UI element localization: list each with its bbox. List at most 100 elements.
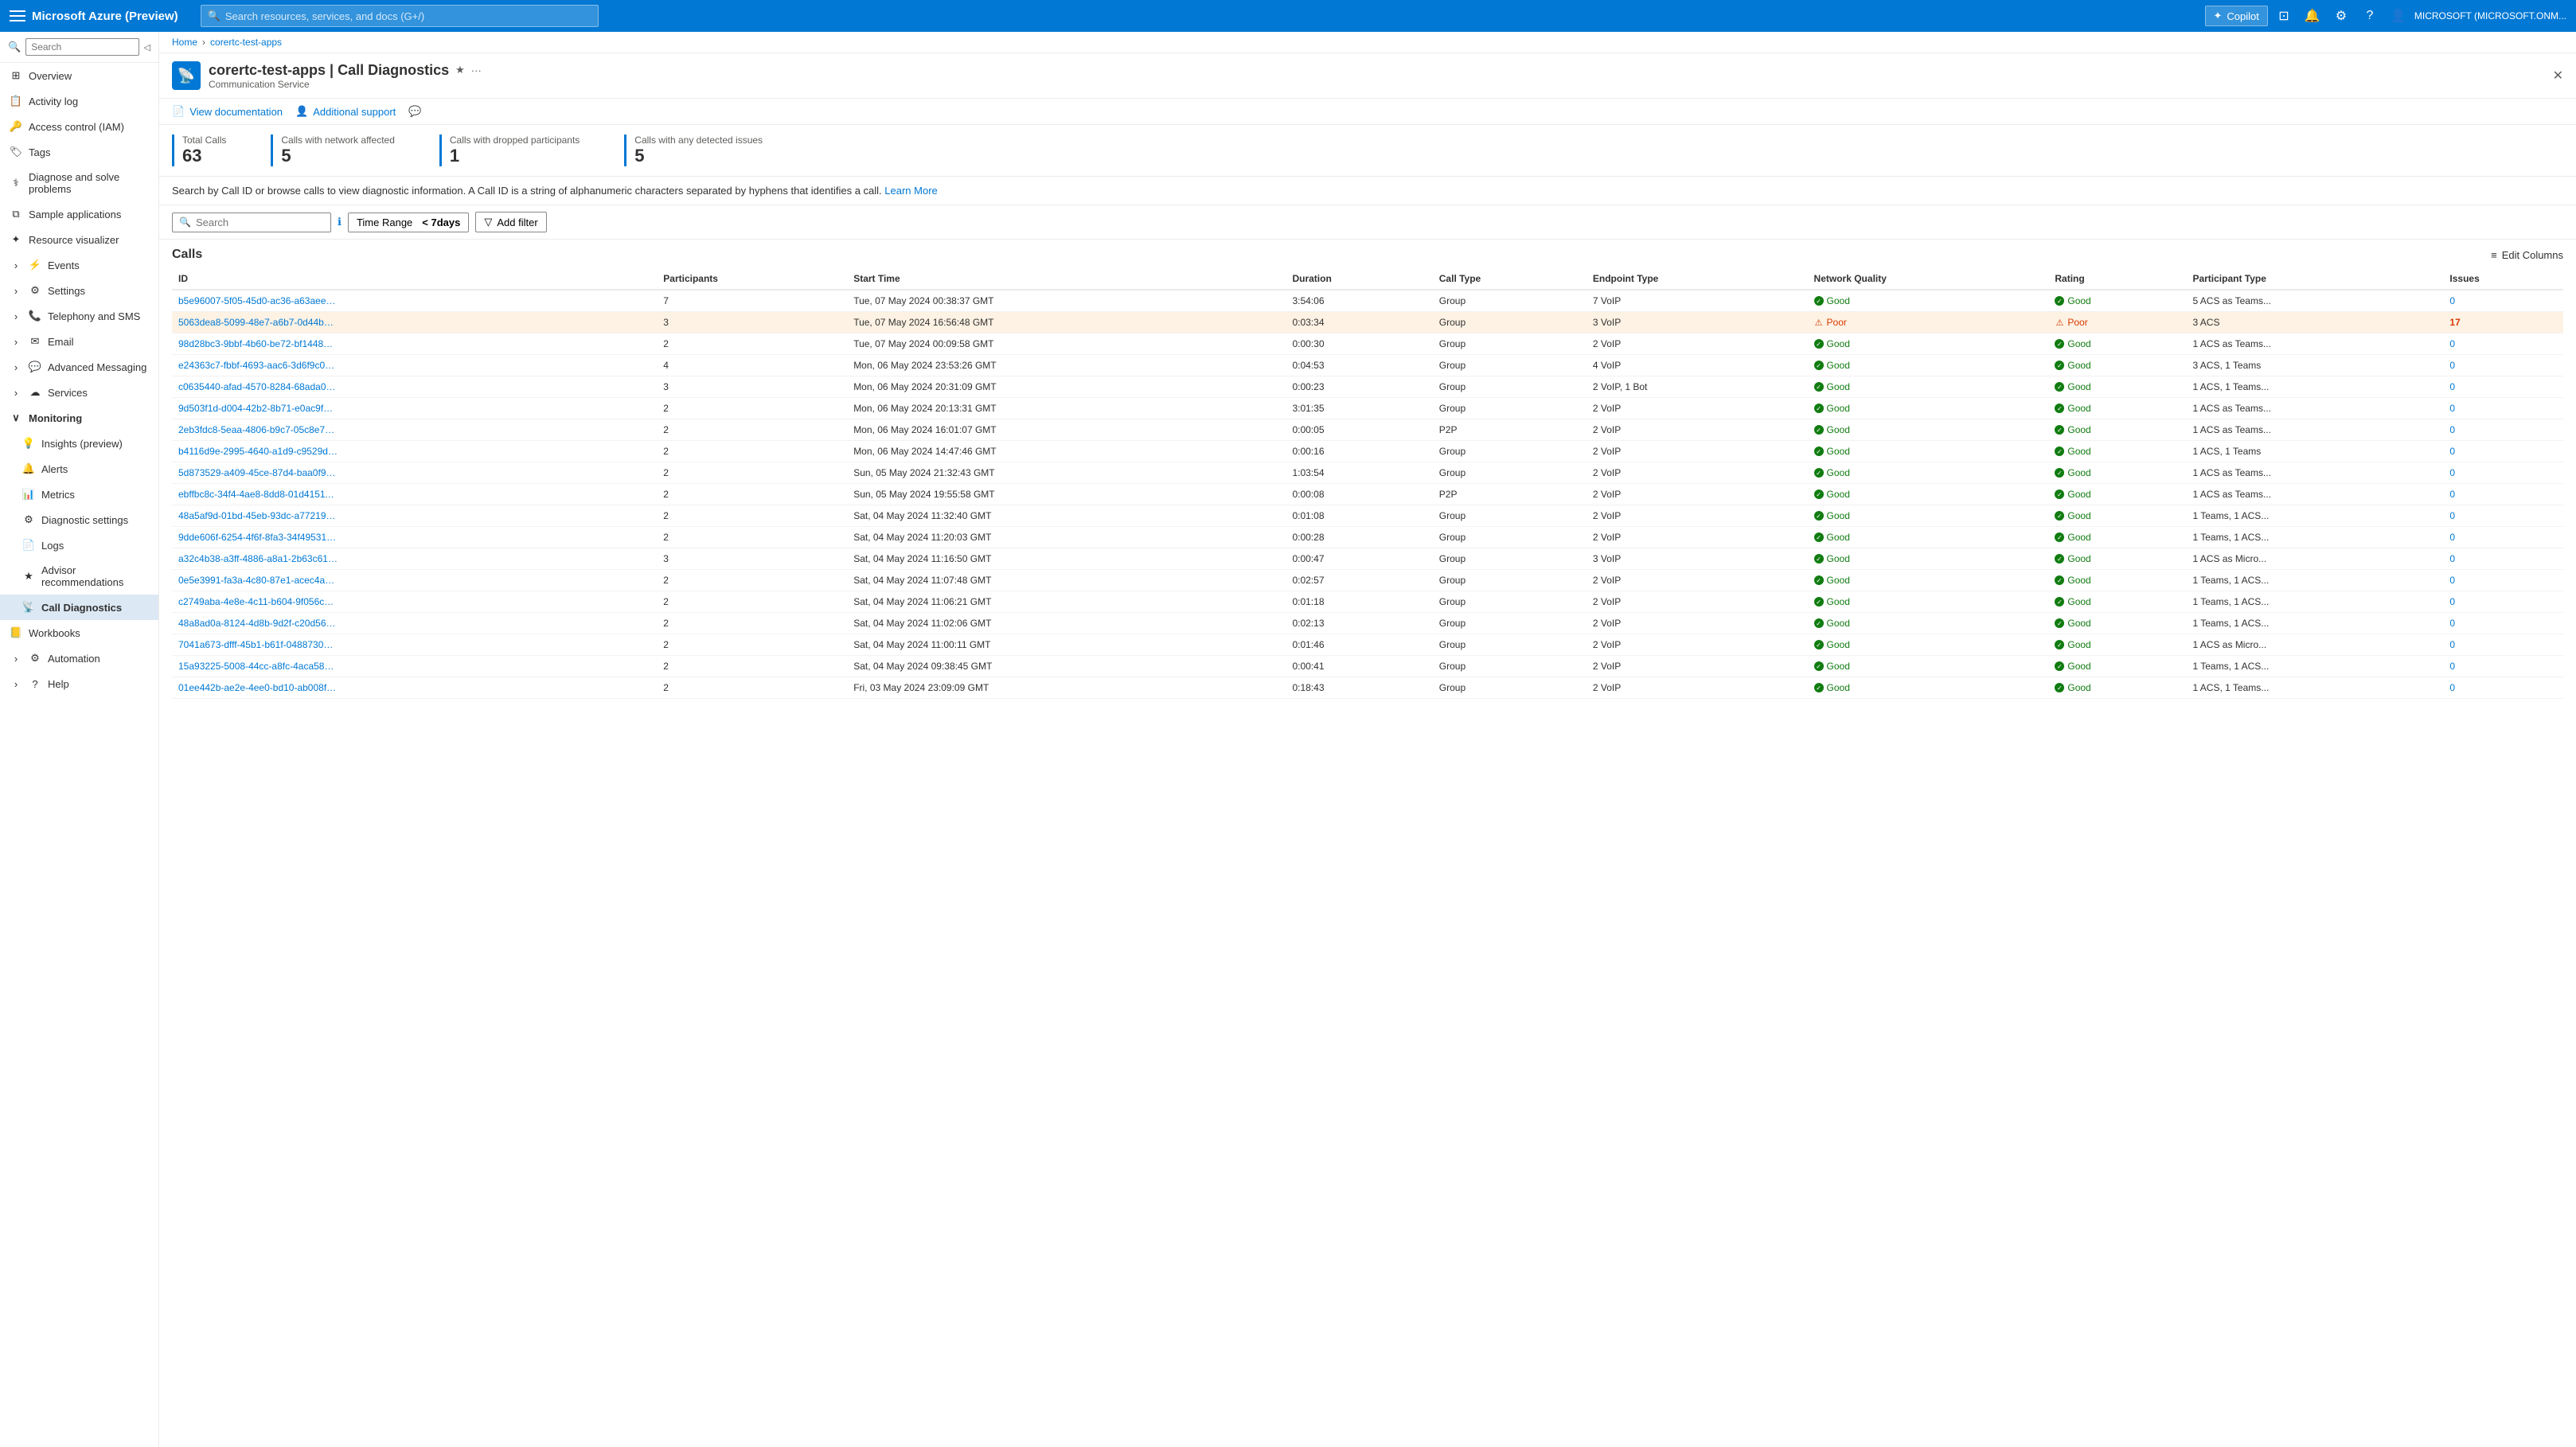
issues-count[interactable]: 0 <box>2449 618 2455 629</box>
issues-count[interactable]: 0 <box>2449 403 2455 414</box>
table-row[interactable]: 48a8ad0a-8124-4d8b-9d2f-c20d56e8a4t 2 Sa… <box>172 613 2563 634</box>
breadcrumb-resource[interactable]: corertc-test-apps <box>210 37 282 48</box>
settings-icon[interactable]: ⚙ <box>2328 3 2354 29</box>
table-row[interactable]: c2749aba-4e8e-4c11-b604-9f056c5ebb1 2 Sa… <box>172 591 2563 613</box>
sidebar-collapse-icon[interactable]: ◁ <box>144 42 150 53</box>
feedback-button[interactable]: 💬 <box>408 105 421 118</box>
copilot-button[interactable]: ✦ Copilot <box>2205 6 2268 26</box>
col-participant-type[interactable]: Participant Type <box>2186 268 2443 290</box>
col-endpoint-type[interactable]: Endpoint Type <box>1587 268 1808 290</box>
sidebar-item-advisor[interactable]: ★ Advisor recommendations <box>0 558 158 595</box>
table-row[interactable]: 9dde606f-6254-4f6f-8fa3-34f49531d172 2 S… <box>172 527 2563 548</box>
call-id-link[interactable]: 7041a673-dfff-45b1-b61f-048873091dee <box>178 639 338 650</box>
learn-more-link[interactable]: Learn More <box>884 185 937 197</box>
issues-count[interactable]: 0 <box>2449 446 2455 457</box>
issues-count[interactable]: 0 <box>2449 381 2455 392</box>
call-id-link[interactable]: 9dde606f-6254-4f6f-8fa3-34f49531d172 <box>178 532 338 543</box>
call-id-link[interactable]: 5d873529-a409-45ce-87d4-baa0f9a572C <box>178 467 338 478</box>
call-id-link[interactable]: c2749aba-4e8e-4c11-b604-9f056c5ebb1 <box>178 596 338 607</box>
issues-count[interactable]: 0 <box>2449 661 2455 672</box>
sidebar-item-email[interactable]: › ✉ Email <box>0 329 158 354</box>
table-row[interactable]: 0e5e3991-fa3a-4c80-87e1-acec4a7a9d7f 2 S… <box>172 570 2563 591</box>
call-id-link[interactable]: b4116d9e-2995-4640-a1d9-c9529d4ebc <box>178 446 338 457</box>
sidebar-item-overview[interactable]: ⊞ Overview <box>0 63 158 88</box>
additional-support-button[interactable]: 👤 Additional support <box>295 105 396 118</box>
table-row[interactable]: 48a5af9d-01bd-45eb-93dc-a77219267eT 2 Sa… <box>172 505 2563 527</box>
issues-count[interactable]: 0 <box>2449 596 2455 607</box>
col-duration[interactable]: Duration <box>1286 268 1432 290</box>
table-row[interactable]: 7041a673-dfff-45b1-b61f-048873091dee 2 S… <box>172 634 2563 656</box>
issues-count[interactable]: 0 <box>2449 575 2455 586</box>
issues-count[interactable]: 17 <box>2449 317 2460 328</box>
breadcrumb-home[interactable]: Home <box>172 37 197 48</box>
sidebar-item-insights[interactable]: 💡 Insights (preview) <box>0 431 158 456</box>
sidebar-item-help[interactable]: › ? Help <box>0 671 158 696</box>
col-network-quality[interactable]: Network Quality <box>1808 268 2049 290</box>
global-search-input[interactable] <box>225 10 591 22</box>
sidebar-item-tags[interactable]: 🏷 Tags <box>0 139 158 165</box>
sidebar-item-metrics[interactable]: 📊 Metrics <box>0 482 158 507</box>
more-options-icon[interactable]: ··· <box>471 64 482 76</box>
call-id-link[interactable]: 0e5e3991-fa3a-4c80-87e1-acec4a7a9d7f <box>178 575 338 586</box>
table-row[interactable]: a32c4b38-a3ff-4886-a8a1-2b63c61b4e9 3 Sa… <box>172 548 2563 570</box>
feedback-icon[interactable]: ⊡ <box>2271 3 2297 29</box>
issues-count[interactable]: 0 <box>2449 424 2455 435</box>
call-id-link[interactable]: 2eb3fdc8-5eaa-4806-b9c7-05c8e7b6c89 <box>178 424 338 435</box>
issues-count[interactable]: 0 <box>2449 532 2455 543</box>
call-id-link[interactable]: 48a5af9d-01bd-45eb-93dc-a77219267eT <box>178 510 338 521</box>
sidebar-item-automation[interactable]: › ⚙ Automation <box>0 645 158 671</box>
call-id-link[interactable]: a32c4b38-a3ff-4886-a8a1-2b63c61b4e9 <box>178 553 338 564</box>
sidebar-search-input[interactable] <box>25 38 139 56</box>
table-row[interactable]: 5d873529-a409-45ce-87d4-baa0f9a572C 2 Su… <box>172 462 2563 484</box>
table-row[interactable]: 01ee442b-ae2e-4ee0-bd10-ab008f3eeek 2 Fr… <box>172 677 2563 699</box>
col-start-time[interactable]: Start Time <box>847 268 1286 290</box>
call-id-link[interactable]: 98d28bc3-9bbf-4b60-be72-bf14488a764 <box>178 338 338 349</box>
issues-count[interactable]: 0 <box>2449 682 2455 693</box>
sidebar-item-diagnose[interactable]: ⚕ Diagnose and solve problems <box>0 165 158 201</box>
table-row[interactable]: c0635440-afad-4570-8284-68ada0a614b 3 Mo… <box>172 376 2563 398</box>
issues-count[interactable]: 0 <box>2449 467 2455 478</box>
issues-count[interactable]: 0 <box>2449 489 2455 500</box>
table-row[interactable]: b4116d9e-2995-4640-a1d9-c9529d4ebc 2 Mon… <box>172 441 2563 462</box>
close-button[interactable]: ✕ <box>2553 68 2563 84</box>
table-row[interactable]: 9d503f1d-d004-42b2-8b71-e0ac9fe660f 2 Mo… <box>172 398 2563 419</box>
sidebar-item-logs[interactable]: 📄 Logs <box>0 532 158 558</box>
col-rating[interactable]: Rating <box>2048 268 2186 290</box>
add-filter-button[interactable]: ▽ Add filter <box>475 212 546 232</box>
call-id-link[interactable]: e24363c7-fbbf-4693-aac6-3d6f9c0291a8 <box>178 360 338 371</box>
profile-icon[interactable]: 👤 <box>2386 3 2411 29</box>
call-id-link[interactable]: 9d503f1d-d004-42b2-8b71-e0ac9fe660f <box>178 403 338 414</box>
favorite-icon[interactable]: ★ <box>455 64 465 76</box>
info-tooltip-icon[interactable]: ℹ <box>338 216 342 228</box>
hamburger-menu[interactable] <box>10 8 25 24</box>
col-call-type[interactable]: Call Type <box>1433 268 1587 290</box>
search-input[interactable] <box>196 216 324 228</box>
call-id-link[interactable]: ebffbc8c-34f4-4ae8-8dd8-01d41511997f <box>178 489 338 500</box>
table-row[interactable]: b5e96007-5f05-45d0-ac36-a63aee6ac02 7 Tu… <box>172 290 2563 312</box>
table-row[interactable]: 5063dea8-5099-48e7-a6b7-0d44b055cb 3 Tue… <box>172 312 2563 333</box>
view-docs-button[interactable]: 📄 View documentation <box>172 105 283 118</box>
sidebar-item-services[interactable]: › ☁ Services <box>0 380 158 405</box>
sidebar-item-call-diagnostics[interactable]: 📡 Call Diagnostics <box>0 595 158 620</box>
help-icon[interactable]: ? <box>2357 3 2383 29</box>
col-issues[interactable]: Issues <box>2443 268 2563 290</box>
sidebar-item-advanced-messaging[interactable]: › 💬 Advanced Messaging <box>0 354 158 380</box>
col-participants[interactable]: Participants <box>657 268 847 290</box>
sidebar-item-sample-apps[interactable]: ⧉ Sample applications <box>0 201 158 227</box>
sidebar-item-diagnostic-settings[interactable]: ⚙ Diagnostic settings <box>0 507 158 532</box>
sidebar-item-iam[interactable]: 🔑 Access control (IAM) <box>0 114 158 139</box>
table-row[interactable]: ebffbc8c-34f4-4ae8-8dd8-01d41511997f 2 S… <box>172 484 2563 505</box>
call-id-link[interactable]: 15a93225-5008-44cc-a8fc-4aca58e1e30r <box>178 661 338 672</box>
time-range-button[interactable]: Time Range < 7days <box>348 213 469 232</box>
sidebar-item-resource-visualizer[interactable]: ✦ Resource visualizer <box>0 227 158 252</box>
edit-columns-button[interactable]: ≡ Edit Columns <box>2491 249 2563 261</box>
call-id-link[interactable]: b5e96007-5f05-45d0-ac36-a63aee6ac02 <box>178 295 338 306</box>
call-id-link[interactable]: 01ee442b-ae2e-4ee0-bd10-ab008f3eeek <box>178 682 338 693</box>
table-row[interactable]: 98d28bc3-9bbf-4b60-be72-bf14488a764 2 Tu… <box>172 333 2563 355</box>
call-id-link[interactable]: 48a8ad0a-8124-4d8b-9d2f-c20d56e8a4t <box>178 618 338 629</box>
sidebar-item-workbooks[interactable]: 📒 Workbooks <box>0 620 158 645</box>
issues-count[interactable]: 0 <box>2449 295 2455 306</box>
table-row[interactable]: e24363c7-fbbf-4693-aac6-3d6f9c0291a8 4 M… <box>172 355 2563 376</box>
issues-count[interactable]: 0 <box>2449 553 2455 564</box>
sidebar-item-events[interactable]: › ⚡ Events <box>0 252 158 278</box>
